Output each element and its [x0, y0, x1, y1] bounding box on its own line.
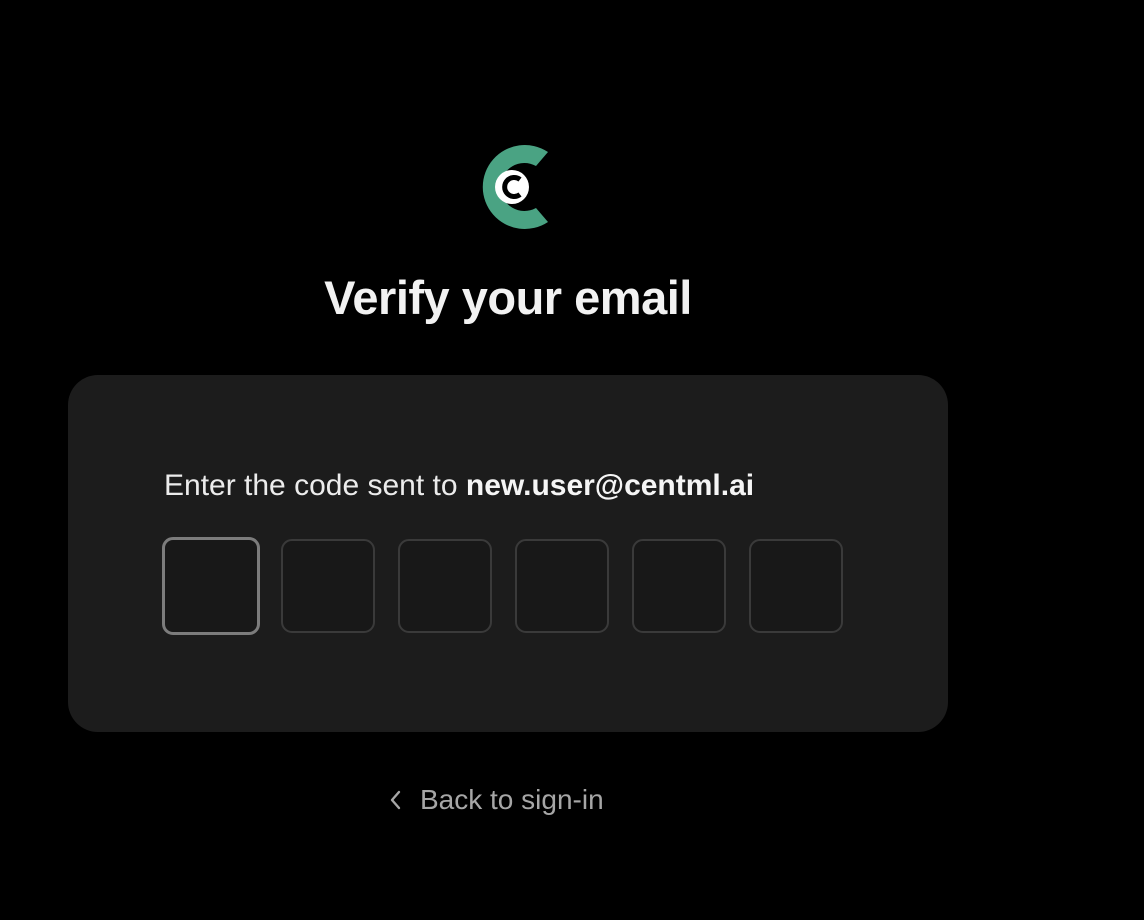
code-prompt-text: Enter the code sent to [164, 469, 466, 502]
code-digit-5[interactable] [632, 539, 726, 633]
verify-email-page: Verify your email Enter the code sent to… [0, 0, 1144, 920]
verification-card: Enter the code sent to new.user@centml.a… [68, 375, 948, 732]
back-to-sign-in-link[interactable]: Back to sign-in [384, 782, 604, 818]
code-digit-1[interactable] [162, 537, 260, 635]
code-digit-4[interactable] [515, 539, 609, 633]
centml-logo [482, 145, 548, 229]
back-to-sign-in-label: Back to sign-in [420, 784, 604, 815]
code-prompt: Enter the code sent to new.user@centml.a… [164, 467, 754, 505]
chevron-left-icon [390, 790, 401, 810]
email-address: new.user@centml.ai [465, 469, 755, 502]
page-title: Verify your email [324, 271, 692, 324]
code-digit-3[interactable] [398, 539, 492, 633]
verification-code-inputs [162, 537, 843, 635]
code-digit-2[interactable] [281, 539, 375, 633]
code-digit-6[interactable] [749, 539, 843, 633]
